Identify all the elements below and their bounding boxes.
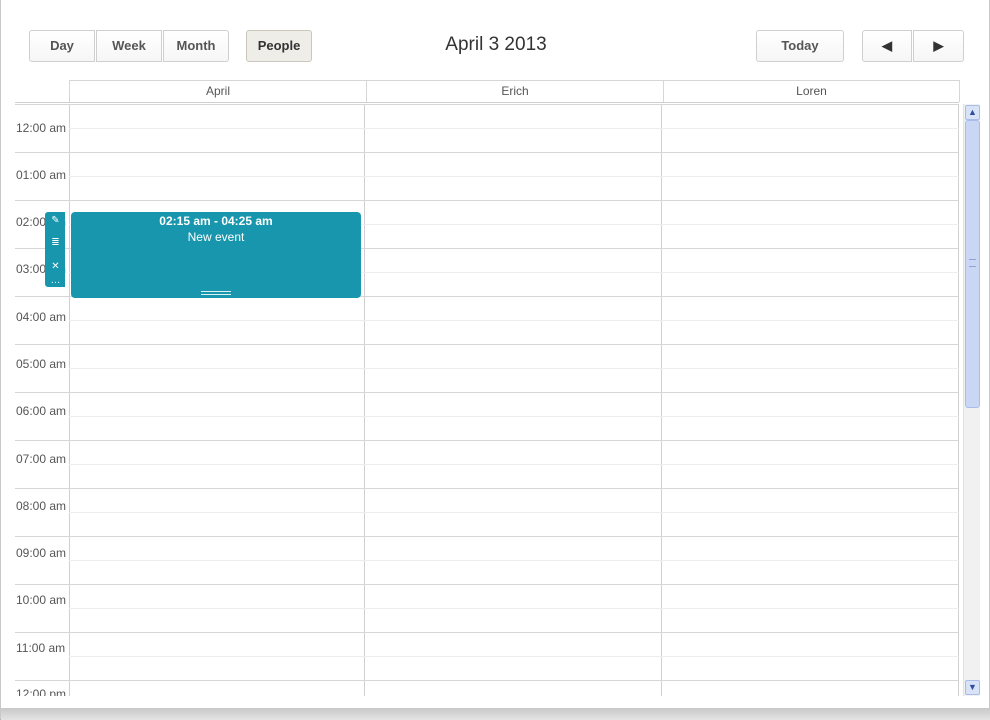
details-icon[interactable]: ≣	[50, 237, 61, 248]
scroll-up-icon[interactable]: ▲	[965, 105, 980, 120]
time-label: 05:00 am	[16, 357, 67, 371]
delete-icon[interactable]: ✕	[50, 261, 61, 272]
hour-line	[15, 584, 959, 585]
half-hour-line	[69, 560, 959, 561]
today-button[interactable]: Today	[756, 30, 844, 62]
hour-line	[15, 152, 959, 153]
time-label: 07:00 am	[16, 452, 67, 466]
hour-line	[15, 440, 959, 441]
scroll-thumb[interactable]	[965, 120, 980, 408]
time-label: 04:00 am	[16, 310, 67, 324]
edit-icon[interactable]: ✎	[50, 215, 61, 226]
column-header-erich: Erich	[366, 80, 663, 102]
hour-line	[15, 632, 959, 633]
event-time: 02:15 am - 04:25 am	[159, 214, 273, 228]
half-hour-line	[69, 128, 959, 129]
calendar-grid[interactable]: 12:00 am 01:00 am 02:00 am 03:00 am 04:0…	[15, 104, 959, 696]
half-hour-line	[69, 608, 959, 609]
time-label: 06:00 am	[16, 404, 67, 418]
header-divider	[15, 102, 959, 103]
hour-line	[15, 200, 959, 201]
event-toolbar: ✎ ≣ ✕ …	[45, 212, 65, 287]
people-view-button[interactable]: People	[246, 30, 312, 62]
time-label: 10:00 am	[16, 593, 67, 607]
vertical-scrollbar[interactable]: ▲ ▼	[963, 104, 980, 696]
time-label: 08:00 am	[16, 499, 67, 513]
time-label: 01:00 am	[16, 168, 67, 182]
half-hour-line	[69, 512, 959, 513]
day-view-button[interactable]: Day	[29, 30, 95, 62]
scroll-down-icon[interactable]: ▼	[965, 680, 980, 695]
scroll-grip-icon	[969, 259, 976, 267]
event-resize-handle[interactable]	[201, 291, 231, 295]
column-header-april: April	[69, 80, 366, 102]
half-hour-line	[69, 320, 959, 321]
hour-line	[15, 680, 959, 681]
window-bottom-border	[1, 708, 990, 720]
week-view-button[interactable]: Week	[96, 30, 162, 62]
hour-line	[15, 488, 959, 489]
hour-line	[15, 392, 959, 393]
calendar-event[interactable]: 02:15 am - 04:25 am New event	[71, 212, 361, 298]
hour-line	[15, 344, 959, 345]
time-label: 09:00 am	[16, 546, 67, 560]
column-header-loren: Loren	[663, 80, 960, 102]
hour-line	[15, 536, 959, 537]
next-button[interactable]: ▶	[913, 30, 964, 62]
half-hour-line	[69, 416, 959, 417]
calendar-date-title: April 3 2013	[445, 34, 547, 55]
calendar-app: Day Week Month People April 3 2013 Today…	[0, 0, 990, 720]
half-hour-line	[69, 464, 959, 465]
hour-line	[15, 104, 959, 105]
half-hour-line	[69, 656, 959, 657]
half-hour-line	[69, 176, 959, 177]
event-title: New event	[187, 230, 245, 244]
more-icon[interactable]: …	[50, 275, 61, 286]
next-arrow-icon: ▶	[933, 38, 944, 53]
previous-arrow-icon: ◀	[882, 38, 892, 53]
month-view-button[interactable]: Month	[163, 30, 229, 62]
time-label: 12:00 pm	[16, 687, 67, 696]
half-hour-line	[69, 368, 959, 369]
time-label: 12:00 am	[16, 121, 67, 135]
previous-button[interactable]: ◀	[862, 30, 912, 62]
time-label: 11:00 am	[16, 641, 66, 655]
